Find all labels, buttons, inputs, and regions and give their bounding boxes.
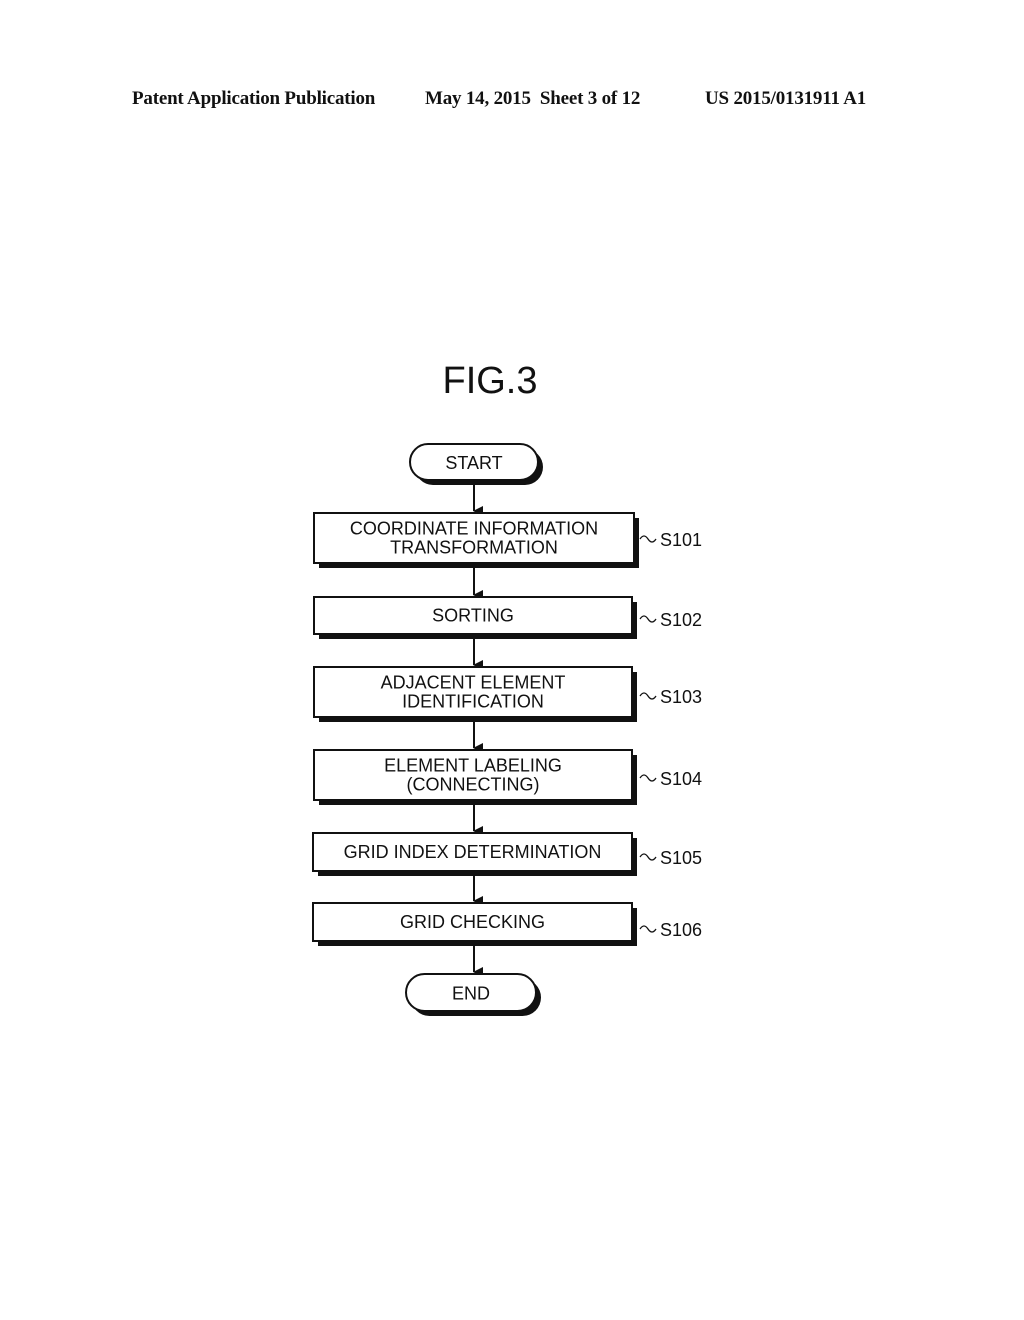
step-label-s103-leader bbox=[639, 692, 657, 700]
step-label-s101-leader bbox=[639, 535, 657, 543]
process-box-s101-text: TRANSFORMATION bbox=[390, 538, 558, 558]
step-label-s103: S103 bbox=[660, 687, 702, 707]
process-box-s103-text: ADJACENT ELEMENT bbox=[381, 673, 566, 693]
process-box-s104-text: ELEMENT LABELING bbox=[384, 756, 562, 776]
process-box-s105-text: GRID INDEX DETERMINATION bbox=[344, 842, 602, 862]
step-label-s102-leader bbox=[639, 615, 657, 623]
flowchart: START COORDINATE INFORMATIONTRANSFORMATIO… bbox=[312, 443, 702, 1016]
process-box-s104-text: (CONNECTING) bbox=[407, 775, 540, 795]
step-label-s102: S102 bbox=[660, 610, 702, 630]
end-terminal-label: END bbox=[452, 984, 490, 1004]
process-box-s106-text: GRID CHECKING bbox=[400, 912, 545, 932]
step-label-s101: S101 bbox=[660, 530, 702, 550]
step-label-s105: S105 bbox=[660, 848, 702, 868]
step-label-s106-leader bbox=[639, 925, 657, 933]
step-label-s105-leader bbox=[639, 853, 657, 861]
step-label-s104-leader bbox=[639, 774, 657, 782]
step-label-s106: S106 bbox=[660, 920, 702, 940]
step-label-s104: S104 bbox=[660, 769, 702, 789]
start-terminal-label: START bbox=[445, 453, 502, 473]
process-box-s102-text: SORTING bbox=[432, 606, 514, 626]
process-box-s103-text: IDENTIFICATION bbox=[402, 692, 544, 712]
process-box-s101-text: COORDINATE INFORMATION bbox=[350, 519, 598, 539]
